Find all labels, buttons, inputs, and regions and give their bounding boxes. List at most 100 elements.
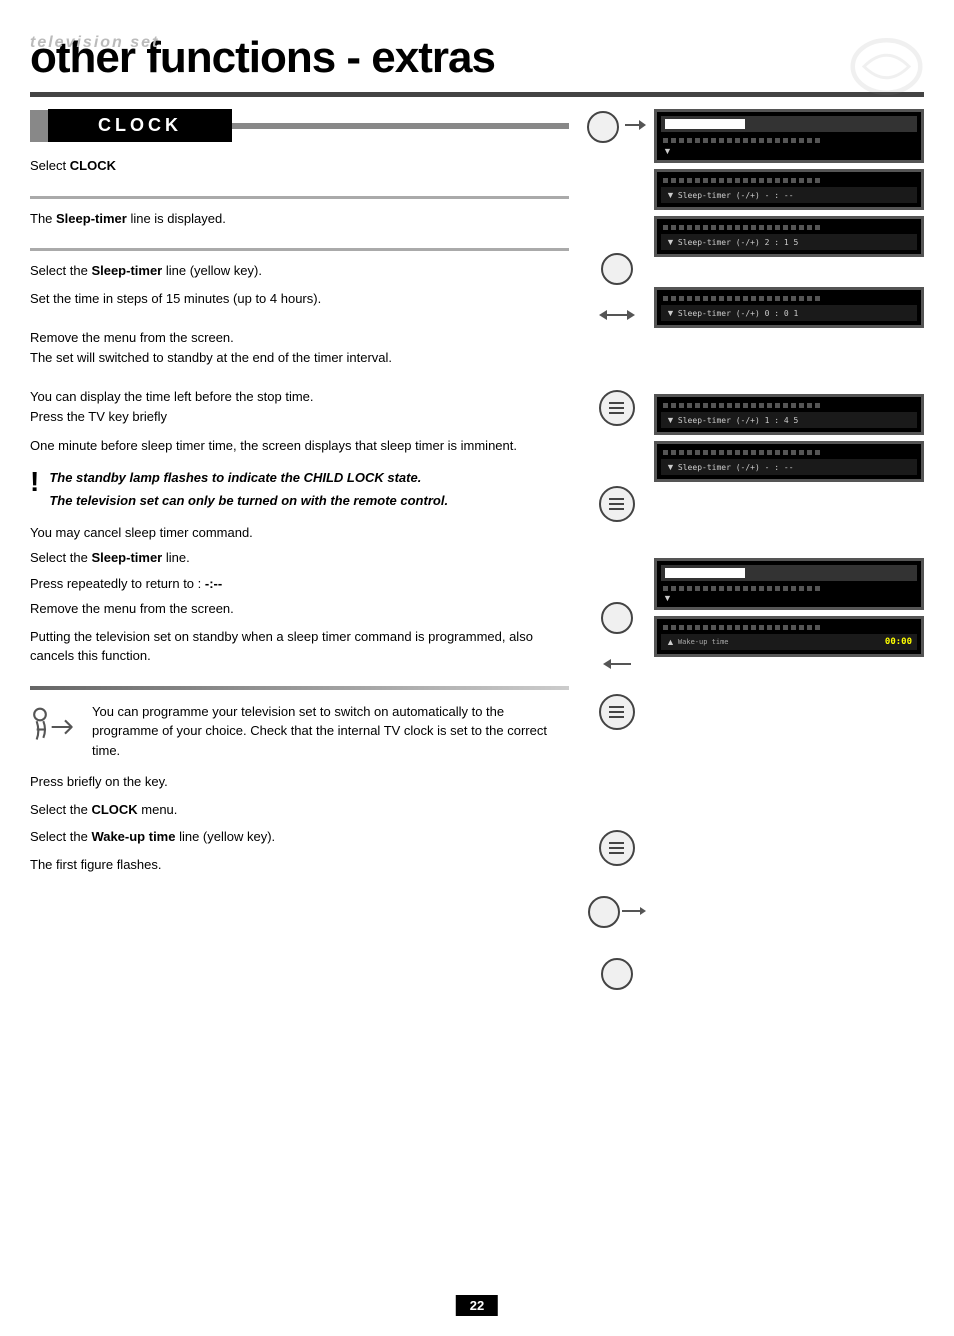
hamburger-button-2[interactable] xyxy=(599,486,635,522)
dot xyxy=(799,450,804,455)
dot xyxy=(719,178,724,183)
ctrl-menu-3[interactable] xyxy=(599,694,635,730)
dot xyxy=(727,625,732,630)
circle-button-1[interactable] xyxy=(587,111,619,143)
circle-button-3[interactable] xyxy=(601,602,633,634)
bold-sleep-3: Sleep-timer xyxy=(91,550,162,565)
bold-clock: CLOCK xyxy=(70,158,116,173)
dot xyxy=(751,625,756,630)
ctrl-wakeup-menu[interactable] xyxy=(599,830,635,866)
ctrl-set-time[interactable] xyxy=(599,310,635,320)
screen2-arrow-indicator: ▼ xyxy=(666,190,675,200)
dot xyxy=(719,450,724,455)
circle-button-5[interactable] xyxy=(601,958,633,990)
dot xyxy=(679,625,684,630)
dot xyxy=(791,403,796,408)
dot xyxy=(735,625,740,630)
screen3-osd-row: ▼ Sleep-timer (-/+) 2 : 1 5 xyxy=(666,237,912,247)
dot xyxy=(679,138,684,143)
screen1-dots xyxy=(661,135,917,146)
ctrl-menu-2[interactable] xyxy=(599,486,635,522)
dot xyxy=(711,296,716,301)
instruction-standby-cancel: Putting the television set on standby wh… xyxy=(30,627,569,666)
dot xyxy=(663,586,668,591)
ctrl-cancel-sleep[interactable] xyxy=(601,602,633,634)
dot xyxy=(799,403,804,408)
dot xyxy=(807,625,812,630)
dot xyxy=(735,586,740,591)
dot xyxy=(727,225,732,230)
screen5-arrow-indicator: ▼ xyxy=(666,415,675,425)
screen6-osd: ▼ Sleep-timer (-/+) - : -- xyxy=(661,459,917,475)
dot xyxy=(671,138,676,143)
dot xyxy=(695,403,700,408)
h-line-4 xyxy=(609,498,624,500)
screen2-osd-text: Sleep-timer (-/+) - : -- xyxy=(678,191,794,200)
dot xyxy=(743,296,748,301)
ctrl-select-clock-2[interactable] xyxy=(588,896,646,928)
ctrl-press-return[interactable] xyxy=(603,659,631,669)
hamburger-button-3[interactable] xyxy=(599,694,635,730)
dot xyxy=(751,403,756,408)
screen7-arrow: ▼ xyxy=(661,593,917,603)
dot xyxy=(727,138,732,143)
dot xyxy=(807,586,812,591)
dot xyxy=(775,178,780,183)
screen7-white-box xyxy=(665,568,745,578)
screen-6: ▼ Sleep-timer (-/+) - : -- xyxy=(654,441,924,482)
dot xyxy=(687,225,692,230)
dot xyxy=(815,586,820,591)
hamburger-button-4[interactable] xyxy=(599,830,635,866)
dot xyxy=(759,586,764,591)
dot xyxy=(751,450,756,455)
dot xyxy=(807,225,812,230)
screens-column: ▼ xyxy=(654,109,924,990)
sub-div-2 xyxy=(30,248,569,251)
instruction-select-clock-menu: Select the CLOCK menu. xyxy=(30,800,569,820)
dot xyxy=(799,178,804,183)
dot xyxy=(695,225,700,230)
dot xyxy=(727,450,732,455)
circle-button-4[interactable] xyxy=(588,896,620,928)
note-2: The television set can only be turned on… xyxy=(49,491,448,511)
screen-4: ▼ Sleep-timer (-/+) 0 : 0 1 xyxy=(654,287,924,328)
instruction-set-time: Set the time in steps of 15 minutes (up … xyxy=(30,289,569,309)
dot xyxy=(743,450,748,455)
dot xyxy=(719,296,724,301)
hamburger-button-1[interactable] xyxy=(599,390,635,426)
screen2-osd: ▼ Sleep-timer (-/+) - : -- xyxy=(661,187,917,203)
instruction-select-wakeup: Select the Wake-up time line (yellow key… xyxy=(30,827,569,847)
ctrl-sleep-timer[interactable] xyxy=(601,253,633,285)
circle-button-2[interactable] xyxy=(601,253,633,285)
dot xyxy=(815,178,820,183)
screen-2: ▼ Sleep-timer (-/+) - : -- xyxy=(654,169,924,210)
dot xyxy=(719,225,724,230)
screen4-dots xyxy=(661,294,917,303)
spacer-notes xyxy=(654,334,924,394)
dot xyxy=(775,625,780,630)
h-line-2 xyxy=(609,407,624,409)
instruction-cancel-sleep: You may cancel sleep timer command. xyxy=(30,523,569,543)
h-line-6 xyxy=(609,508,624,510)
arrow-line-2 xyxy=(622,910,640,912)
left-arrow-icon-2 xyxy=(603,659,611,669)
dot xyxy=(815,450,820,455)
dot xyxy=(775,403,780,408)
clock-badge: CLOCK xyxy=(48,109,232,142)
ctrl-select-clock[interactable] xyxy=(587,111,646,143)
instruction-one-minute: One minute before sleep timer time, the … xyxy=(30,436,569,456)
dot xyxy=(783,625,788,630)
dot xyxy=(799,586,804,591)
screen1-arrow: ▼ xyxy=(661,146,917,156)
dot xyxy=(783,450,788,455)
screen2-dots xyxy=(661,176,917,185)
dot xyxy=(775,138,780,143)
dot xyxy=(807,178,812,183)
dot xyxy=(735,138,740,143)
ctrl-select-wakeup[interactable] xyxy=(601,958,633,990)
ctrl-menu-1[interactable] xyxy=(599,390,635,426)
left-text-column: CLOCK Select CLOCK The Sleep-timer line … xyxy=(30,109,579,990)
dot xyxy=(767,178,772,183)
screen8-dots xyxy=(661,623,917,632)
dot xyxy=(695,625,700,630)
